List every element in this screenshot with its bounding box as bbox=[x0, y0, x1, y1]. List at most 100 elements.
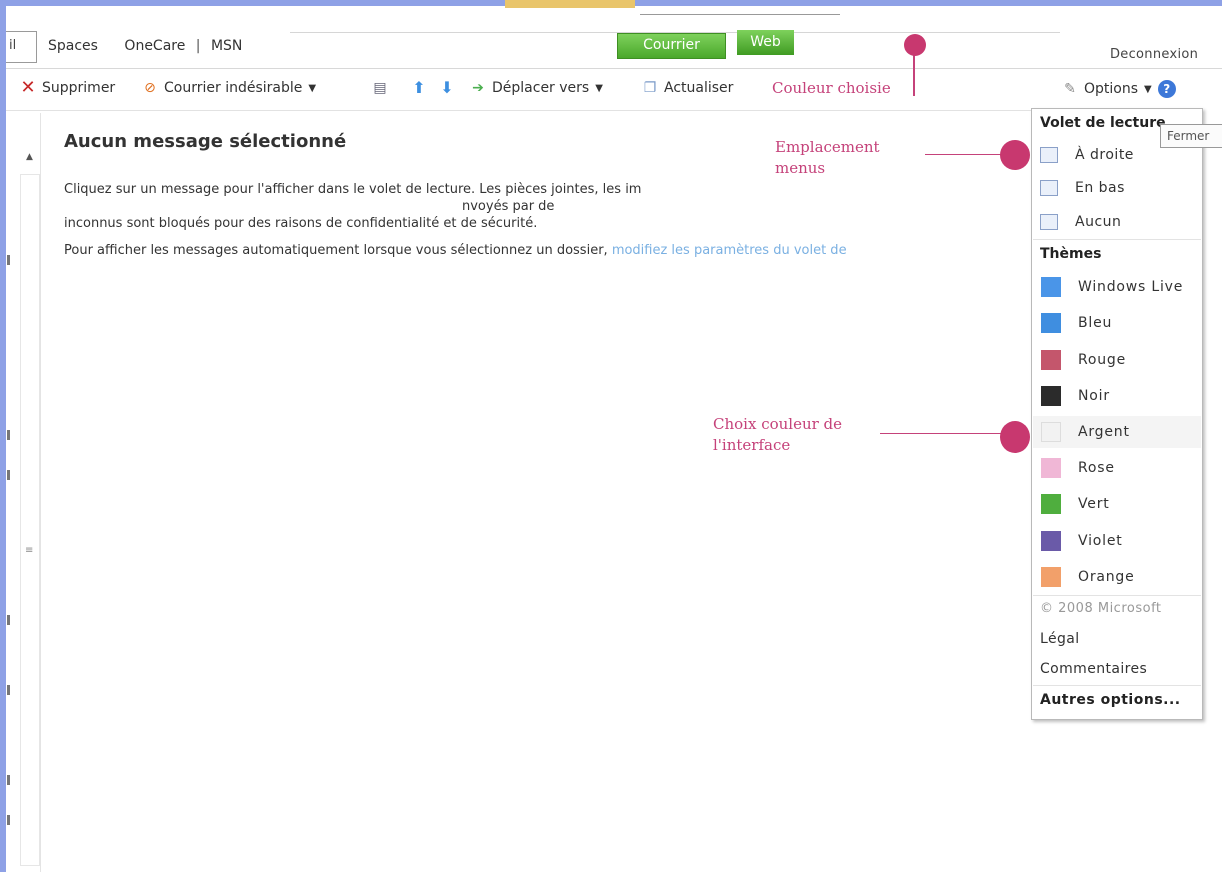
annotation-emplacement-line1: Emplacement bbox=[775, 138, 880, 156]
delete-icon: ✕ bbox=[20, 77, 36, 98]
theme-rouge[interactable]: Rouge bbox=[1032, 345, 1202, 375]
swatch-icon bbox=[1041, 313, 1061, 333]
nav-spaces[interactable]: Spaces bbox=[48, 38, 98, 54]
swatch-icon bbox=[1041, 531, 1061, 551]
edge-mark bbox=[7, 815, 10, 825]
theme-violet[interactable]: Violet bbox=[1032, 526, 1202, 556]
theme-bleu[interactable]: Bleu bbox=[1032, 308, 1202, 338]
delete-button[interactable]: ✕ Supprimer bbox=[20, 77, 115, 98]
annotation-choix-line1: Choix couleur de bbox=[713, 415, 843, 433]
reading-pane-right-label: À droite bbox=[1075, 147, 1134, 163]
theme-label: Argent bbox=[1078, 424, 1130, 440]
edge-mark bbox=[7, 255, 10, 265]
search-mail-button[interactable]: Courrier bbox=[617, 33, 726, 59]
edge-mark bbox=[7, 430, 10, 440]
annotation-line bbox=[925, 154, 1010, 155]
chevron-down-icon[interactable]: ▼ bbox=[308, 83, 316, 94]
mail-tab-cut[interactable]: il bbox=[6, 31, 37, 63]
annotation-choix-couleur: Choix couleur de l'interface bbox=[713, 414, 842, 456]
auto-display-info: Pour afficher les messages automatiqueme… bbox=[64, 243, 847, 258]
print-icon: ▤ bbox=[373, 80, 387, 96]
move-icon: ➔ bbox=[472, 80, 484, 96]
swatch-icon bbox=[1041, 422, 1061, 442]
edge-mark bbox=[7, 470, 10, 480]
reading-pane-bottom[interactable]: En bas bbox=[1032, 173, 1202, 203]
move-to-label: Déplacer vers bbox=[492, 80, 590, 96]
arrow-up-icon: ⬆ bbox=[412, 78, 426, 97]
layout-bottom-icon bbox=[1040, 180, 1058, 196]
annotation-dot bbox=[904, 34, 926, 56]
annotation-dot bbox=[1000, 421, 1030, 453]
close-tooltip: Fermer bbox=[1160, 124, 1222, 148]
arrow-down-icon: ⬇ bbox=[440, 78, 454, 97]
reading-pane-header: Volet de lecture bbox=[1040, 115, 1166, 131]
annotation-line bbox=[880, 433, 1005, 434]
nav-divider bbox=[6, 68, 1222, 69]
theme-rose[interactable]: Rose bbox=[1032, 453, 1202, 483]
options-button[interactable]: ✎ Options ▼ ? bbox=[1062, 80, 1176, 98]
theme-label: Violet bbox=[1078, 533, 1123, 549]
nav-onecare[interactable]: OneCare bbox=[124, 38, 185, 54]
previous-button[interactable]: ⬆ bbox=[411, 80, 427, 96]
chevron-down-icon: ▼ bbox=[1144, 83, 1152, 95]
next-button[interactable]: ⬇ bbox=[439, 80, 455, 96]
reading-pane-bottom-label: En bas bbox=[1075, 180, 1125, 196]
options-icon: ✎ bbox=[1064, 81, 1076, 97]
nav-msn[interactable]: MSN bbox=[211, 38, 242, 54]
annotation-choix-line2: l'interface bbox=[713, 436, 791, 454]
edge-mark bbox=[7, 615, 10, 625]
reading-pane-info: Cliquez sur un message pour l'afficher d… bbox=[64, 181, 1024, 232]
theme-windows-live[interactable]: Windows Live bbox=[1032, 272, 1202, 302]
scroll-grip-icon[interactable]: ≡ bbox=[25, 545, 33, 556]
theme-noir[interactable]: Noir bbox=[1032, 381, 1202, 411]
info-text-end: nvoyés par de bbox=[462, 199, 555, 214]
help-icon[interactable]: ? bbox=[1157, 80, 1176, 98]
theme-label: Rose bbox=[1078, 460, 1115, 476]
swatch-icon bbox=[1041, 458, 1061, 478]
refresh-button[interactable]: ❐ Actualiser bbox=[642, 80, 734, 96]
search-web-button[interactable]: Web bbox=[737, 30, 794, 55]
annotation-couleur-choisie: Couleur choisie bbox=[772, 79, 891, 97]
swatch-icon bbox=[1041, 350, 1061, 370]
copyright: © 2008 Microsoft bbox=[1040, 601, 1162, 616]
more-options-link[interactable]: Autres options... bbox=[1040, 692, 1181, 708]
themes-header: Thèmes bbox=[1040, 246, 1102, 262]
refresh-label: Actualiser bbox=[664, 80, 734, 96]
junk-label: Courrier indésirable bbox=[164, 80, 303, 96]
swatch-icon bbox=[1041, 494, 1061, 514]
options-label: Options bbox=[1084, 81, 1139, 97]
print-button[interactable]: ▤ bbox=[372, 80, 388, 96]
page-title: Aucun message sélectionné bbox=[64, 131, 347, 152]
menu-divider bbox=[1033, 685, 1201, 686]
theme-label: Noir bbox=[1078, 388, 1110, 404]
nav-separator: | bbox=[195, 38, 201, 54]
edge-mark bbox=[7, 685, 10, 695]
window-left-border bbox=[0, 0, 6, 872]
reading-pane-none[interactable]: Aucun bbox=[1032, 207, 1202, 237]
mail-tab-label: il bbox=[9, 38, 17, 53]
layout-none-icon bbox=[1040, 214, 1058, 230]
theme-argent[interactable]: Argent bbox=[1032, 417, 1202, 447]
reading-pane-settings-link[interactable]: modifiez les paramètres du volet de bbox=[612, 243, 847, 258]
swatch-icon bbox=[1041, 277, 1061, 297]
sign-out-link[interactable]: Deconnexion bbox=[1110, 47, 1198, 62]
top-divider bbox=[640, 14, 840, 15]
scrollbar[interactable] bbox=[20, 174, 40, 866]
annotation-emplacement: Emplacement menus bbox=[775, 137, 880, 179]
layout-right-icon bbox=[1040, 147, 1058, 163]
refresh-icon: ❐ bbox=[643, 80, 657, 96]
annotation-emplacement-line2: menus bbox=[775, 159, 826, 177]
edge-mark bbox=[7, 775, 10, 785]
theme-vert[interactable]: Vert bbox=[1032, 489, 1202, 519]
info-text-line2: inconnus sont bloqués pour des raisons d… bbox=[64, 216, 538, 231]
top-accent-bar bbox=[505, 0, 635, 8]
junk-icon: ⊘ bbox=[144, 80, 156, 96]
menu-divider bbox=[1033, 595, 1201, 596]
comments-link[interactable]: Commentaires bbox=[1040, 661, 1147, 677]
theme-orange[interactable]: Orange bbox=[1032, 562, 1202, 592]
move-to-button[interactable]: ➔ Déplacer vers ▼ bbox=[470, 80, 603, 96]
reading-pane-none-label: Aucun bbox=[1075, 214, 1122, 230]
junk-button[interactable]: ⊘ Courrier indésirable ▼ bbox=[142, 80, 316, 96]
scroll-up-icon[interactable]: ▲ bbox=[26, 152, 33, 162]
legal-link[interactable]: Légal bbox=[1040, 631, 1080, 647]
